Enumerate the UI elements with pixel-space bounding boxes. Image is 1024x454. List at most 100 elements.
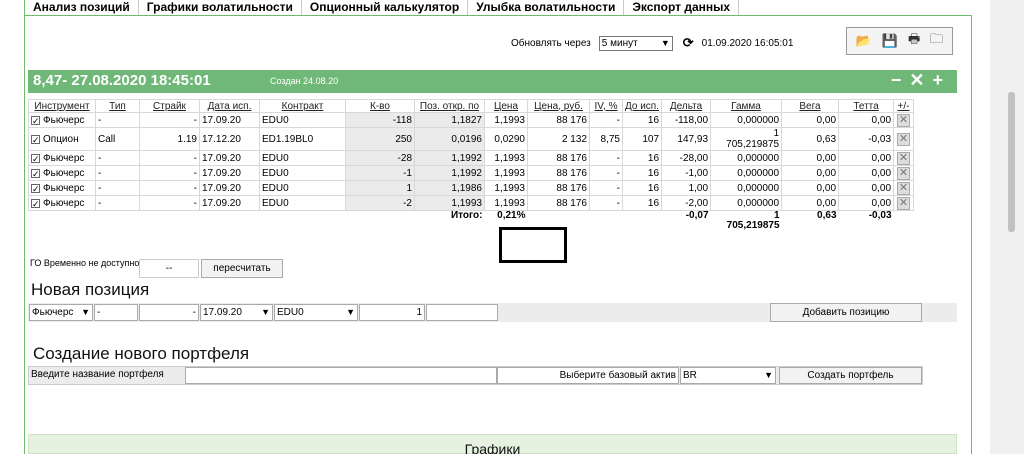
row-checkbox[interactable]: ✓: [31, 183, 40, 193]
cell-price: 0,0290: [484, 127, 528, 151]
cell-text: 0,00: [816, 197, 837, 209]
cell-text: 0,000000: [737, 197, 780, 209]
tab-volatility-charts[interactable]: Графики волатильности: [137, 0, 302, 16]
cell-text: 2 132: [561, 133, 587, 145]
cell-text: 0,000000: [737, 182, 780, 194]
row-checkbox[interactable]: ✓: [31, 153, 40, 163]
column-header[interactable]: Поз. откр. по: [414, 99, 485, 113]
charts-section-header[interactable]: Графики: [28, 434, 957, 454]
chevron-down-icon: ▼: [261, 307, 270, 317]
cell-gamma: 0,000000: [710, 150, 783, 166]
cell-price: 1,1993: [484, 165, 528, 181]
cell-text: 250: [395, 133, 412, 145]
column-header[interactable]: Вега: [781, 99, 840, 113]
delete-row-icon[interactable]: ✕: [897, 196, 911, 210]
scrollbar-thumb[interactable]: [1008, 92, 1015, 232]
column-header[interactable]: Страйк: [139, 99, 200, 113]
column-header[interactable]: Цена, руб.: [527, 99, 590, 113]
cell-open: 1,1827: [414, 112, 485, 128]
row-checkbox[interactable]: ✓: [31, 115, 40, 125]
cell-text: Фьючерс: [43, 167, 85, 179]
delete-row-icon[interactable]: ✕: [897, 166, 911, 180]
column-header[interactable]: Дата исп.: [199, 99, 260, 113]
cell-text: 17.09.20: [202, 114, 241, 126]
column-header[interactable]: Тип: [95, 99, 140, 113]
row-checkbox[interactable]: ✓: [31, 168, 40, 178]
cell-open: 1,1992: [414, 165, 485, 181]
cell-text: EDU0: [262, 114, 289, 126]
add-position-button[interactable]: Добавить позицию: [770, 303, 922, 322]
cell-qty: -118: [345, 112, 415, 128]
delete-row-icon[interactable]: ✕: [897, 151, 911, 165]
new-open-price-field[interactable]: [426, 304, 498, 321]
cell-text: 88 176: [556, 197, 587, 209]
column-header[interactable]: Инструмент: [28, 99, 96, 113]
delete-row-icon[interactable]: ✕: [897, 181, 911, 195]
row-checkbox[interactable]: ✓: [31, 198, 40, 208]
new-strike-field[interactable]: -: [139, 304, 199, 321]
column-header[interactable]: IV, %: [589, 99, 623, 113]
tab-volatility-smile[interactable]: Улыбка волатильности: [467, 0, 625, 16]
new-qty-field[interactable]: 1: [359, 304, 425, 321]
totals-cell: 1 705,219875: [726, 210, 780, 231]
save-icon[interactable]: 💾: [882, 33, 898, 49]
cell-text: 0,63: [816, 133, 837, 145]
tab-option-calculator[interactable]: Опционный калькулятор: [300, 0, 469, 16]
print-icon[interactable]: 🖶: [908, 30, 920, 52]
cell-gamma: 0,000000: [710, 112, 783, 128]
cell-price: 1,1993: [484, 195, 528, 211]
table-row: ✓ Фьючерс - -17.09.20 EDU0 -2 1,1993 1,1993 88 1…: [28, 195, 915, 211]
column-header[interactable]: До исп.: [621, 99, 663, 113]
cell-text: 16: [647, 197, 660, 209]
column-header[interactable]: Цена: [484, 99, 528, 113]
cell-text: 0,00: [871, 167, 892, 179]
folder-icon[interactable]: 🗀: [930, 30, 943, 52]
base-asset-select[interactable]: BR ▼: [680, 367, 776, 384]
cell-vega: 0,00: [781, 180, 840, 196]
cell-theta: 0,00: [838, 112, 895, 128]
row-checkbox[interactable]: ✓: [31, 134, 40, 144]
totals-cell: -0,07: [685, 210, 709, 221]
cell-price_rub: 88 176: [527, 195, 590, 211]
column-header[interactable]: Контракт: [259, 99, 346, 113]
cell-iv: 8,75: [589, 127, 623, 151]
cell-contract: ED1.19BL0: [259, 127, 346, 151]
portfolio-name-input[interactable]: [185, 367, 497, 384]
add-icon[interactable]: +: [932, 70, 951, 90]
delete-row-icon[interactable]: ✕: [897, 113, 911, 127]
recalculate-button[interactable]: пересчитать: [201, 259, 283, 278]
create-portfolio-button[interactable]: Создать портфель: [779, 367, 922, 384]
refresh-interval-select[interactable]: 5 минут ▼: [598, 35, 673, 51]
cell-qty: 1: [345, 180, 415, 196]
cell-remove: ✕: [893, 195, 915, 211]
delete-row-icon[interactable]: ✕: [897, 132, 911, 146]
cell-days: 16: [621, 180, 663, 196]
cell-remove: ✕: [893, 112, 915, 128]
refresh-icon[interactable]: ⟳: [683, 35, 694, 51]
cell-text: Фьючерс: [43, 114, 85, 126]
cell-text: 0,00: [871, 197, 892, 209]
column-header[interactable]: Тетта: [838, 99, 895, 113]
new-type-field[interactable]: -: [94, 304, 138, 321]
minimize-icon[interactable]: −: [891, 70, 910, 90]
cell-text: -: [193, 114, 197, 126]
column-header[interactable]: Дельта: [661, 99, 712, 113]
cell-text: 0,00: [816, 114, 837, 126]
column-header[interactable]: К-во: [345, 99, 415, 113]
column-header[interactable]: Гамма: [710, 99, 783, 113]
cell-text: 147,93: [677, 133, 709, 145]
cell-strike: 1.19: [139, 127, 200, 151]
cell-text: 1: [406, 182, 412, 194]
scrollbar[interactable]: [990, 0, 1024, 454]
close-icon[interactable]: ✕: [909, 70, 932, 90]
tab-data-export[interactable]: Экспорт данных: [623, 0, 740, 16]
open-folder-icon[interactable]: 📂: [856, 33, 872, 49]
cell-text: -: [193, 152, 197, 164]
new-instrument-select[interactable]: Фьючерс ▼: [29, 304, 93, 321]
tab-position-analysis[interactable]: Анализ позиций: [24, 0, 139, 16]
new-date-select[interactable]: 17.09.20 ▼: [200, 304, 273, 321]
totals-cell: [894, 211, 914, 232]
cell-text: 0,0290: [494, 133, 525, 145]
go-value: --: [139, 259, 199, 278]
new-contract-select[interactable]: EDU0 ▼: [274, 304, 358, 321]
